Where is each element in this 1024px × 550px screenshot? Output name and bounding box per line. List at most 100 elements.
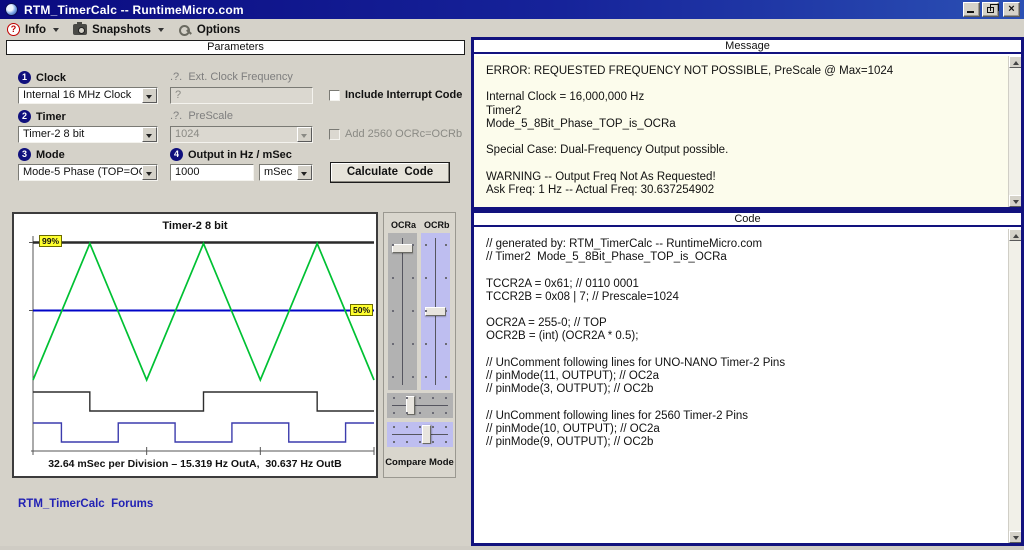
- message-scrollbar[interactable]: [1008, 56, 1021, 207]
- output-value-input[interactable]: 1000: [170, 164, 254, 181]
- forums-link[interactable]: RTM_TimerCalc Forums: [18, 498, 153, 510]
- slider-rail: [402, 238, 403, 385]
- compare-mode-a-slider[interactable]: [387, 393, 453, 418]
- dropdown-arrow-icon[interactable]: [142, 127, 157, 142]
- slider-tick: [419, 412, 421, 414]
- chart-title: Timer-2 8 bit: [162, 220, 228, 232]
- slider-tick: [392, 310, 394, 312]
- scroll-down-icon[interactable]: [1009, 195, 1021, 207]
- include-interrupt-checkbox[interactable]: [329, 89, 340, 101]
- text-line: [486, 304, 1003, 317]
- restore-button[interactable]: [982, 2, 999, 17]
- slider-tick: [425, 310, 427, 312]
- message-panel: Message ERROR: REQUESTED FREQUENCY NOT P…: [471, 37, 1024, 210]
- code-panel: Code // generated by: RTM_TimerCalc -- R…: [471, 210, 1024, 546]
- text-line: ERROR: REQUESTED FREQUENCY NOT POSSIBLE,…: [486, 65, 894, 77]
- text-line: Timer2: [486, 104, 522, 117]
- chevron-down-icon: [157, 27, 164, 32]
- slider-tick: [392, 376, 394, 378]
- menu-options-label: Options: [196, 23, 241, 36]
- menu-snapshots-label: Snapshots: [92, 23, 151, 36]
- slider-tick: [445, 441, 447, 443]
- restore-icon: [987, 4, 999, 13]
- add-2560-label: Add 2560 OCRc=OCRb: [345, 128, 463, 140]
- menu-info[interactable]: ? Info: [7, 23, 60, 36]
- output-unit-value: mSec: [264, 166, 293, 178]
- slider-tick: [406, 426, 408, 428]
- timer-select[interactable]: Timer-2 8 bit: [18, 126, 158, 143]
- step-4-badge: 4: [170, 148, 183, 161]
- ocra-slider-thumb[interactable]: [392, 243, 413, 253]
- clock-select-value: Internal 16 MHz Clock: [23, 89, 132, 101]
- scroll-down-icon[interactable]: [1009, 531, 1021, 543]
- slider-tick: [393, 441, 395, 443]
- slider-tick: [425, 277, 427, 279]
- message-header: Message: [474, 40, 1021, 54]
- text-line: [486, 131, 1003, 144]
- slider-tick: [406, 441, 408, 443]
- title-bar: RTM_TimerCalc -- RuntimeMicro.com ×: [0, 0, 1024, 19]
- text-line: // UnComment following lines for UNO-NAN…: [486, 356, 786, 369]
- close-button[interactable]: ×: [1003, 2, 1020, 17]
- dropdown-arrow-icon[interactable]: [142, 165, 157, 180]
- dropdown-arrow-icon[interactable]: [142, 88, 157, 103]
- code-scrollbar[interactable]: [1008, 229, 1021, 543]
- clock-select[interactable]: Internal 16 MHz Clock: [18, 87, 158, 104]
- text-line: // pinMode(3, OUTPUT); // OC2b: [486, 383, 654, 396]
- calculate-code-button[interactable]: Calculate Code: [330, 162, 450, 183]
- timer-select-value: Timer-2 8 bit: [23, 128, 85, 140]
- clock-label-text: Clock: [36, 71, 66, 84]
- ocra-slider[interactable]: [388, 233, 417, 390]
- code-header: Code: [474, 213, 1021, 227]
- slider-tick: [392, 277, 394, 279]
- prescale-select-value: 1024: [175, 128, 200, 140]
- slider-tick: [392, 343, 394, 345]
- dropdown-arrow-icon[interactable]: [297, 165, 312, 180]
- menu-snapshots[interactable]: Snapshots: [73, 22, 164, 36]
- text-line: TCCR2B = 0x08 | 7; // Prescale=1024: [486, 290, 679, 303]
- text-line: OCR2B = (int) (OCR2A * 0.5);: [486, 330, 639, 343]
- compare-mode-b-thumb[interactable]: [421, 425, 431, 444]
- message-text: ERROR: REQUESTED FREQUENCY NOT POSSIBLE,…: [486, 65, 1003, 197]
- scroll-up-icon[interactable]: [1009, 229, 1021, 241]
- prescale-label: .?. PreScale: [170, 110, 233, 122]
- step-2-badge: 2: [18, 110, 31, 123]
- output-label-text: Output in Hz / mSec: [188, 148, 292, 161]
- scroll-up-icon[interactable]: [1009, 56, 1021, 68]
- mode-select[interactable]: Mode-5 Phase (TOP=OCR): [18, 164, 158, 181]
- ext-clock-input[interactable]: ?: [170, 87, 313, 104]
- slider-tick: [393, 426, 395, 428]
- text-line: Ask Freq: 1 Hz -- Actual Freq: 30.637254…: [486, 183, 715, 196]
- add-2560-checkbox[interactable]: [329, 128, 340, 140]
- ocrb-slider-thumb[interactable]: [425, 307, 446, 316]
- slider-tick: [445, 244, 447, 246]
- window-bottom-edge: [0, 546, 1024, 550]
- slider-tick: [412, 310, 414, 312]
- slider-tick: [412, 277, 414, 279]
- minimize-icon: [967, 11, 974, 13]
- slider-tick: [432, 426, 434, 428]
- waveform-chart: Timer-2 8 bit 99% 50% 32.64 mSec per Div…: [12, 212, 378, 478]
- mode-select-value: Mode-5 Phase (TOP=OCR): [23, 166, 142, 178]
- output-label: 4 Output in Hz / mSec: [170, 148, 292, 161]
- ocrb-slider[interactable]: [421, 233, 450, 390]
- menu-info-label: Info: [25, 23, 47, 36]
- slider-tick: [419, 426, 421, 428]
- close-icon: ×: [1008, 3, 1015, 15]
- timer-label: 2 Timer: [18, 110, 66, 123]
- text-line: // generated by: RTM_TimerCalc -- Runtim…: [486, 238, 763, 250]
- code-text: // generated by: RTM_TimerCalc -- Runtim…: [486, 238, 1003, 449]
- camera-icon: [73, 22, 88, 35]
- compare-mode-b-slider[interactable]: [387, 422, 453, 447]
- top-percent-label: 99%: [39, 235, 63, 247]
- text-line: TCCR2A = 0x61; // 0110 0001: [486, 277, 639, 290]
- slider-tick: [412, 343, 414, 345]
- chart-caption: 32.64 mSec per Division – 15.319 Hz OutA…: [48, 458, 342, 470]
- prescale-select[interactable]: 1024: [170, 126, 313, 143]
- slider-tick: [445, 426, 447, 428]
- compare-slider-panel: OCRa OCRb Compare Mode: [383, 212, 456, 478]
- output-unit-select[interactable]: mSec: [259, 164, 313, 181]
- minimize-button[interactable]: [963, 2, 980, 17]
- slider-tick: [412, 376, 414, 378]
- menu-options[interactable]: Options: [178, 23, 240, 37]
